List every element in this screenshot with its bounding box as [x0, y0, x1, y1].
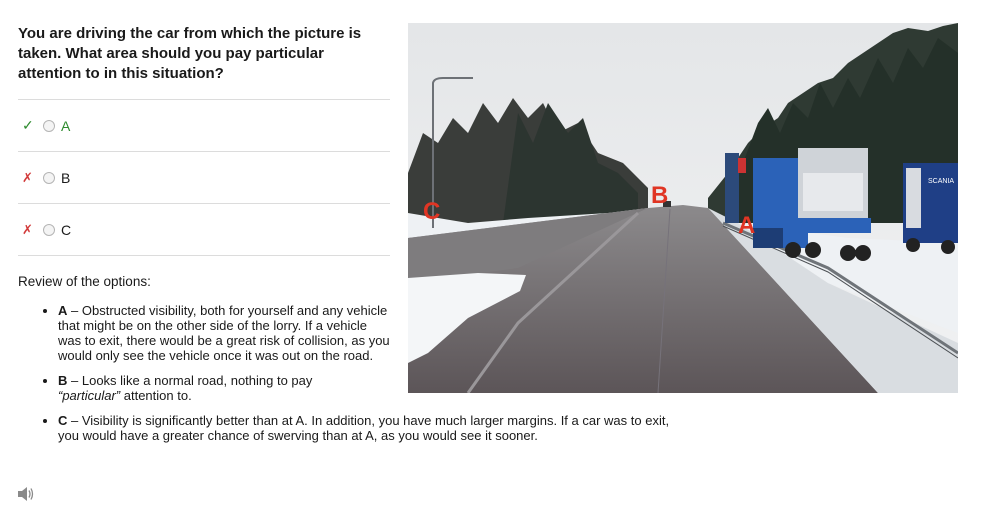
road-scene-graphic: SCANIA A B C — [408, 23, 958, 393]
option-b[interactable]: ✗ B — [18, 151, 390, 203]
correct-check-icon: ✓ — [22, 117, 34, 133]
review-text-b: Looks like a normal road, nothing to pay — [81, 373, 313, 388]
marker-a: A — [738, 212, 755, 239]
question-text: You are driving the car from which the p… — [18, 25, 362, 82]
review-dash: – — [67, 413, 82, 428]
review-dash: – — [67, 303, 82, 318]
radio-button-c[interactable] — [43, 223, 55, 236]
option-label-c: C — [61, 221, 72, 238]
review-dash: – — [67, 373, 82, 388]
wrong-cross-icon: ✗ — [22, 221, 33, 237]
radio-button-a[interactable] — [43, 119, 55, 132]
option-label-b: B — [61, 169, 71, 186]
answer-options: ✓ A ✗ B ✗ C — [18, 99, 390, 256]
review-item-a: A – Obstructed visibility, both for your… — [58, 303, 390, 363]
marker-b: B — [651, 182, 668, 209]
road-scene-image: SCANIA A B C — [408, 23, 958, 393]
review-key-a: A — [58, 303, 68, 318]
review-item-c: C – Visibility is significantly better t… — [58, 413, 673, 443]
review-emphasis-b: “particular” — [58, 388, 121, 403]
radio-button-b[interactable] — [43, 171, 55, 184]
option-c[interactable]: ✗ C — [18, 203, 390, 256]
review-text-b-end: attention to. — [120, 388, 192, 403]
review-text-c: Visibility is significantly better than … — [58, 413, 670, 443]
review-key-c: C — [58, 413, 68, 428]
review-key-b: B — [58, 373, 68, 388]
review-text-a: Obstructed visibility, both for yourself… — [58, 303, 390, 363]
marker-c: C — [423, 198, 440, 225]
review-item-b: B – Looks like a normal road, nothing to… — [58, 373, 333, 403]
review-title: Review of the options: — [18, 274, 151, 289]
option-a[interactable]: ✓ A — [18, 99, 390, 151]
speaker-icon[interactable] — [17, 486, 35, 502]
option-label-a: A — [61, 117, 71, 134]
truck-sign-text: SCANIA — [928, 178, 954, 185]
wrong-cross-icon: ✗ — [22, 169, 33, 185]
